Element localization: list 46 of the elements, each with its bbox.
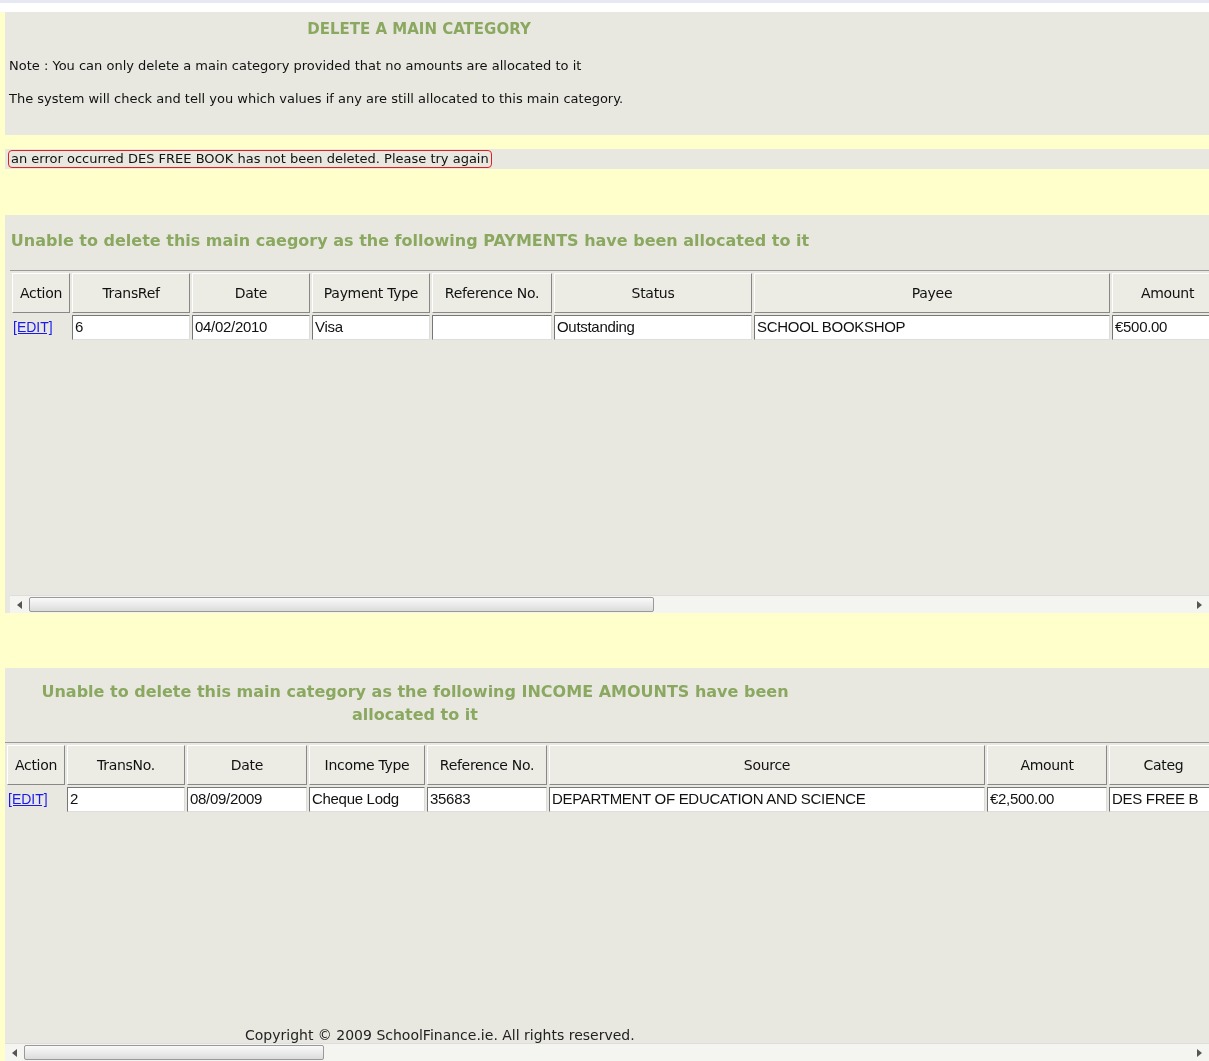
note-text: The system will check and tell you which values if any are still allocated to this main category. [9,89,625,107]
column-header: Categ [1109,745,1209,785]
table-cell: SCHOOL BOOKSHOP [754,315,1110,340]
table-cell: 08/09/2009 [187,787,307,812]
scrollbar-thumb[interactable] [24,1045,324,1060]
table-cell: DEPARTMENT OF EDUCATION AND SCIENCE [549,787,985,812]
table-cell: 2 [67,787,185,812]
column-header: TransNo. [67,745,185,785]
section-heading: Unable to delete this main caegory as the following PAYMENTS have been allocated to it [10,230,810,252]
table-cell: Cheque Lodg [309,787,425,812]
column-header: Action [7,745,65,785]
column-header: Reference No. [427,745,547,785]
table-cell: €500.00 [1112,315,1209,340]
section-heading: Unable to delete this main category as the following INCOME AMOUNTS have been allocated to it [40,681,790,726]
horizontal-scrollbar[interactable] [5,1043,1209,1061]
scroll-right-icon[interactable] [1197,1048,1202,1057]
column-header: Action [12,273,70,313]
page-title: DELETE A MAIN CATEGORY [306,19,532,40]
column-header: Status [554,273,752,313]
column-header: Amount [1112,273,1209,313]
edit-link[interactable]: [EDIT] [7,791,49,808]
table-cell: 04/02/2010 [192,315,310,340]
table-cell: 6 [72,315,190,340]
column-header: Source [549,745,985,785]
table-cell: Visa [312,315,430,340]
scrollbar-thumb[interactable] [29,597,654,612]
column-header: Reference No. [432,273,552,313]
table-cell: DES FREE B [1109,787,1209,812]
column-header: Date [192,273,310,313]
column-header: Payment Type [312,273,430,313]
scroll-left-icon[interactable] [17,600,22,609]
table-cell: 35683 [427,787,547,812]
column-header: Payee [754,273,1110,313]
scroll-left-icon[interactable] [12,1048,17,1057]
note-text: Note : You can only delete a main category provided that no amounts are allocated to it [9,56,583,74]
horizontal-scrollbar[interactable] [10,595,1209,613]
scroll-right-icon[interactable] [1197,600,1202,609]
column-header: Date [187,745,307,785]
edit-link[interactable]: [EDIT] [12,319,54,336]
column-header: TransRef [72,273,190,313]
copyright-text: Copyright © 2009 SchoolFinance.ie. All rights reserved. [244,1027,636,1043]
column-header: Income Type [309,745,425,785]
error-message: an error occurred DES FREE BOOK has not been deleted. Please try again [8,150,492,168]
table-cell: €2,500.00 [987,787,1107,812]
table-cell: Outstanding [554,315,752,340]
column-header: Amount [987,745,1107,785]
